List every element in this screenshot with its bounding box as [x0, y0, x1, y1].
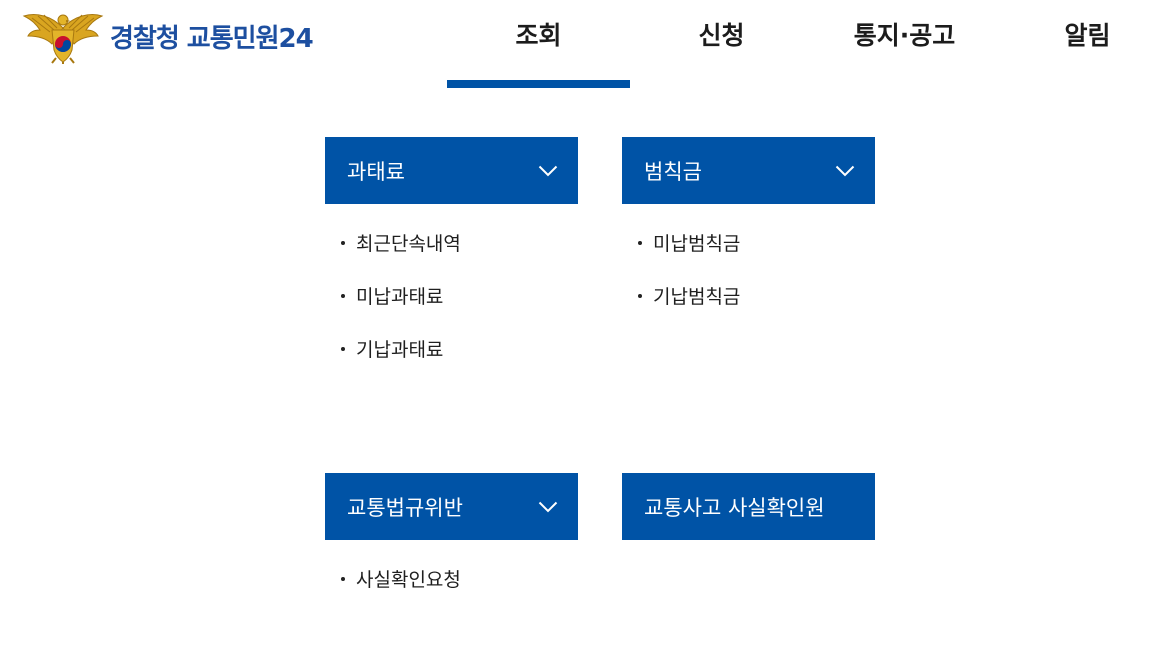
- bullet-icon: [638, 293, 642, 298]
- menu-header-penalty[interactable]: 범칙금: [622, 137, 875, 204]
- chevron-down-icon[interactable]: [518, 137, 578, 204]
- submenu-label: 기납과태료: [356, 339, 444, 361]
- nav-item-inquiry[interactable]: 조회: [447, 0, 630, 88]
- nav-item-notice[interactable]: 통지·공고: [813, 0, 996, 88]
- submenu-label: 기납범칙금: [653, 286, 741, 308]
- submenu-list: 사실확인요청: [325, 540, 578, 605]
- site-logo[interactable]: 경찰청 교통민원24: [22, 8, 314, 64]
- menu-header-fine[interactable]: 과태료: [325, 137, 578, 204]
- submenu-item-paid-penalty[interactable]: 기납범칙금: [622, 269, 875, 322]
- nav-item-alerts[interactable]: 알림: [996, 0, 1173, 88]
- main-nav: 조회 신청 통지·공고 알림: [447, 0, 1173, 90]
- submenu-label: 미납범칙금: [653, 233, 741, 255]
- submenu-label: 사실확인요청: [356, 569, 461, 591]
- bullet-icon: [341, 576, 345, 581]
- submenu-list: 최근단속내역 미납과태료 기납과태료: [325, 204, 578, 375]
- page: 경찰청 교통민원24 조회 신청 통지·공고 알림 과태료 최근단속내역 미납과…: [0, 0, 1173, 658]
- submenu-item-unpaid-penalty[interactable]: 미납범칙금: [622, 216, 875, 269]
- menu-title: 과태료: [347, 159, 405, 184]
- bullet-icon: [638, 240, 642, 245]
- site-title: 경찰청 교통민원24: [110, 23, 314, 54]
- menu-group-accident-certificate: 교통사고 사실확인원: [622, 473, 875, 540]
- site-header: 경찰청 교통민원24 조회 신청 통지·공고 알림: [0, 0, 1173, 90]
- police-emblem-icon: [22, 14, 104, 64]
- submenu-item-fact-check-request[interactable]: 사실확인요청: [325, 552, 578, 605]
- menu-group-penalty: 범칙금 미납범칙금 기납범칙금: [622, 137, 875, 322]
- menu-group-fine: 과태료 최근단속내역 미납과태료 기납과태료: [325, 137, 578, 375]
- menu-title: 교통법규위반: [347, 495, 463, 520]
- menu-title: 교통사고 사실확인원: [644, 495, 825, 520]
- submenu-label: 미납과태료: [356, 286, 444, 308]
- nav-item-application[interactable]: 신청: [630, 0, 813, 88]
- submenu-label: 최근단속내역: [356, 233, 461, 255]
- menu-title: 범칙금: [644, 159, 702, 184]
- bullet-icon: [341, 240, 345, 245]
- menu-header-accident-certificate[interactable]: 교통사고 사실확인원: [622, 473, 875, 540]
- bullet-icon: [341, 293, 345, 298]
- submenu-item-recent-violations[interactable]: 최근단속내역: [325, 216, 578, 269]
- chevron-down-icon[interactable]: [518, 473, 578, 540]
- submenu-item-unpaid-fines[interactable]: 미납과태료: [325, 269, 578, 322]
- submenu-list: 미납범칙금 기납범칙금: [622, 204, 875, 322]
- bullet-icon: [341, 346, 345, 351]
- chevron-down-icon[interactable]: [815, 137, 875, 204]
- submenu-item-paid-fines[interactable]: 기납과태료: [325, 322, 578, 375]
- menu-group-traffic-violation: 교통법규위반 사실확인요청: [325, 473, 578, 605]
- menu-header-traffic-violation[interactable]: 교통법규위반: [325, 473, 578, 540]
